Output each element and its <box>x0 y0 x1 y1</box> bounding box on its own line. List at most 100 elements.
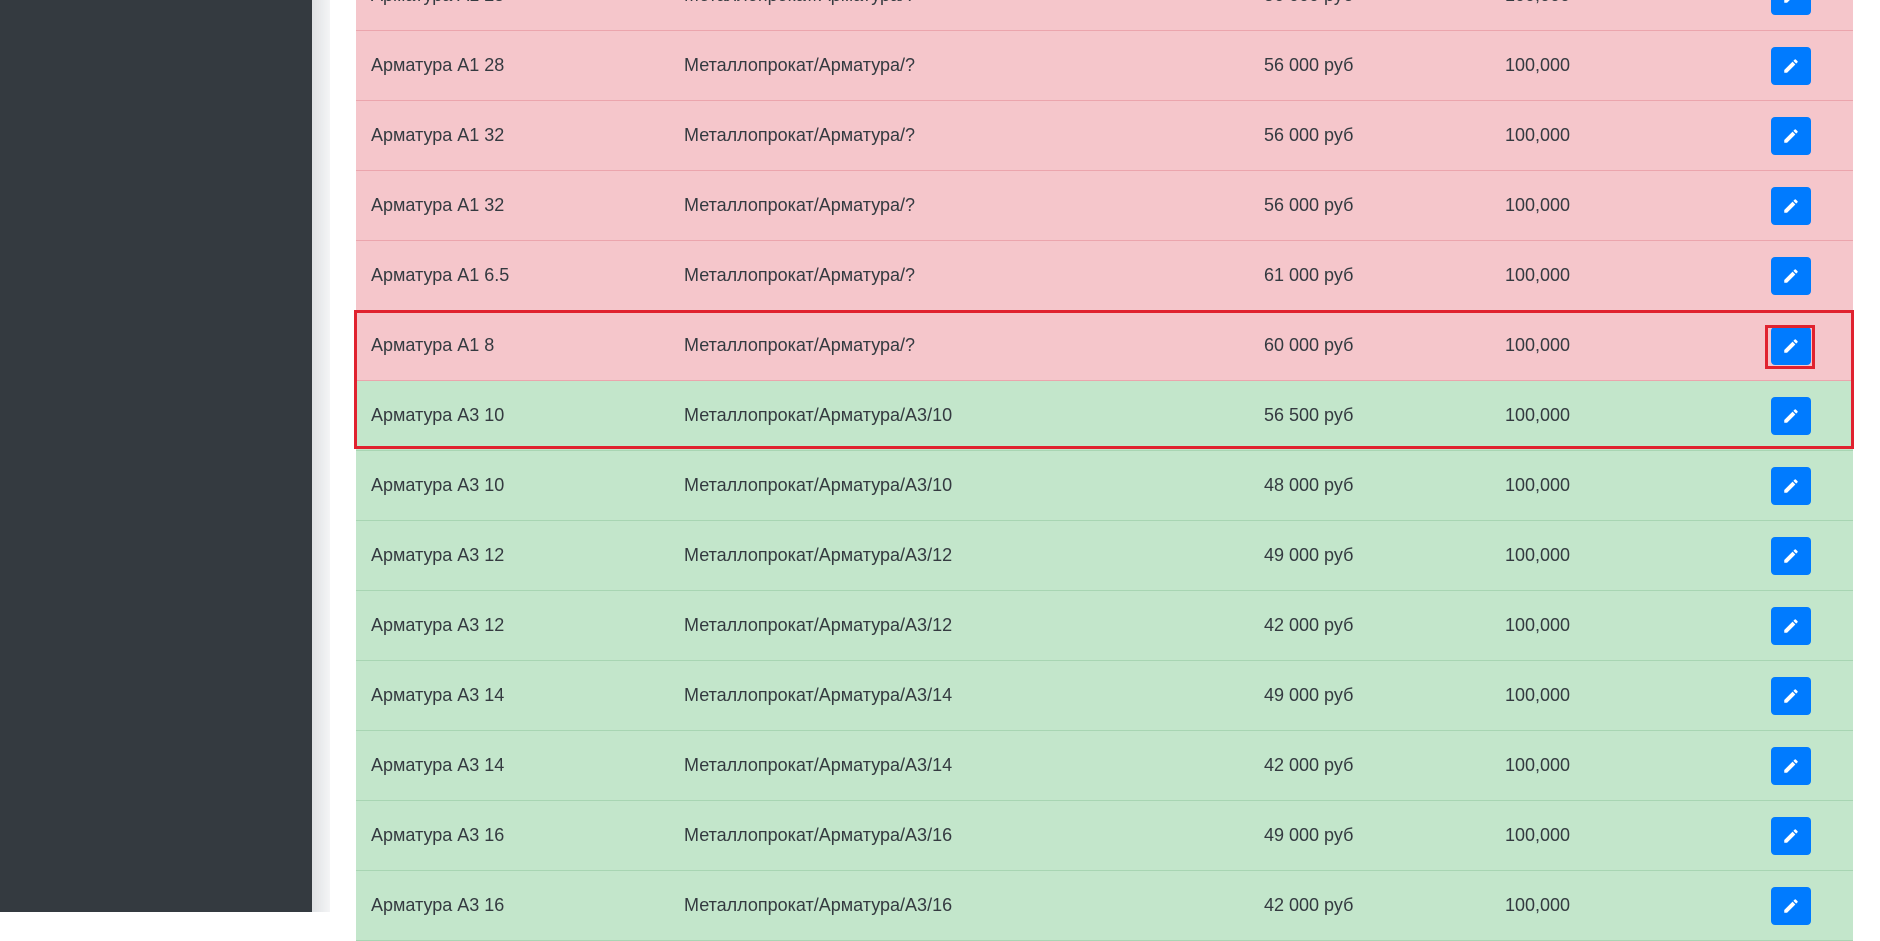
product-name: Арматура А3 16 <box>371 825 505 845</box>
edit-button[interactable] <box>1771 47 1811 85</box>
sidebar <box>0 0 312 912</box>
edit-button[interactable] <box>1771 607 1811 645</box>
product-price: 56 500 руб <box>1264 405 1354 425</box>
product-quantity: 100,000 <box>1505 405 1571 425</box>
pencil-icon <box>1784 479 1798 493</box>
product-price: 56 000 руб <box>1264 0 1353 30</box>
table-row: Арматура А1 32 Металлопрокат/Арматура/? … <box>356 101 1853 171</box>
product-name: Арматура А3 12 <box>371 615 505 635</box>
product-quantity: 100,000 <box>1505 265 1571 285</box>
product-name: Арматура А1 32 <box>371 195 505 215</box>
table-row: Арматура А3 16 Металлопрокат/Арматура/А3… <box>356 801 1853 871</box>
product-category: Металлопрокат/Арматура/? <box>684 195 916 215</box>
product-name: Арматура А3 16 <box>371 895 505 915</box>
product-category: Металлопрокат/Арматура/А3/10 <box>684 475 953 495</box>
product-price: 56 000 руб <box>1264 125 1354 145</box>
product-quantity: 100,000 <box>1505 335 1571 355</box>
table-row: Арматура А3 16 Металлопрокат/Арматура/А3… <box>356 871 1853 941</box>
product-price: 49 000 руб <box>1264 685 1354 705</box>
product-category: Металлопрокат/Арматура/А3/16 <box>684 825 953 845</box>
edit-button[interactable] <box>1771 677 1811 715</box>
product-quantity: 100,000 <box>1505 0 1570 30</box>
product-price: 49 000 руб <box>1264 825 1354 845</box>
product-category: Металлопрокат/Арматура/? <box>684 335 916 355</box>
pencil-icon <box>1784 759 1798 773</box>
edit-button[interactable] <box>1771 327 1811 365</box>
product-name: Арматура А1 28 <box>371 55 505 75</box>
product-price: 49 000 руб <box>1264 545 1354 565</box>
product-quantity: 100,000 <box>1505 125 1571 145</box>
product-name: Арматура А1 6.5 <box>371 265 510 285</box>
product-quantity: 100,000 <box>1505 685 1571 705</box>
product-category: Металлопрокат/Арматура/? <box>684 125 916 145</box>
product-category: Металлопрокат/Арматура/? <box>684 55 916 75</box>
product-category: Металлопрокат/Арматура/А3/16 <box>684 895 953 915</box>
edit-button[interactable] <box>1771 257 1811 295</box>
product-category: Металлопрокат/Арматура/А3/10 <box>684 405 953 425</box>
pencil-icon <box>1784 339 1798 353</box>
sidebar-divider <box>312 0 330 912</box>
edit-button[interactable] <box>1771 187 1811 225</box>
products-table: Арматура А1 25 Металлопрокат/Арматура/? … <box>356 0 1853 941</box>
pencil-icon <box>1784 689 1798 703</box>
product-name: Арматура А3 14 <box>371 755 505 775</box>
product-name: Арматура А3 14 <box>371 685 505 705</box>
edit-button[interactable] <box>1771 887 1811 925</box>
pencil-icon <box>1784 59 1798 73</box>
table-row: Арматура А3 10 Металлопрокат/Арматура/А3… <box>356 381 1853 451</box>
product-price: 42 000 руб <box>1264 895 1354 915</box>
table-row: Арматура А3 14 Металлопрокат/Арматура/А3… <box>356 661 1853 731</box>
edit-button[interactable] <box>1771 397 1811 435</box>
pencil-icon <box>1784 619 1798 633</box>
product-category: Металлопрокат/Арматура/А3/12 <box>684 545 953 565</box>
pencil-icon <box>1784 899 1798 913</box>
table-row: Арматура А3 10 Металлопрокат/Арматура/А3… <box>356 451 1853 521</box>
product-quantity: 100,000 <box>1505 615 1571 635</box>
product-name: Арматура А1 8 <box>371 335 495 355</box>
pencil-icon <box>1784 549 1798 563</box>
product-name: Арматура А1 25 <box>371 0 504 30</box>
edit-button[interactable] <box>1771 467 1811 505</box>
product-price: 60 000 руб <box>1264 335 1354 355</box>
product-quantity: 100,000 <box>1505 755 1571 775</box>
product-quantity: 100,000 <box>1505 55 1571 75</box>
table-row: Арматура А3 12 Металлопрокат/Арматура/А3… <box>356 591 1853 661</box>
table-row: Арматура А1 6.5 Металлопрокат/Арматура/?… <box>356 241 1853 311</box>
product-price: 48 000 руб <box>1264 475 1354 495</box>
pencil-icon <box>1784 129 1798 143</box>
edit-button[interactable] <box>1771 537 1811 575</box>
edit-button[interactable] <box>1771 0 1811 15</box>
product-quantity: 100,000 <box>1505 195 1571 215</box>
pencil-icon <box>1784 0 1790 3</box>
table-row: Арматура А1 28 Металлопрокат/Арматура/? … <box>356 31 1853 101</box>
edit-button[interactable] <box>1771 817 1811 855</box>
product-quantity: 100,000 <box>1505 895 1571 915</box>
table-row: Арматура А3 12 Металлопрокат/Арматура/А3… <box>356 521 1853 591</box>
product-category: Металлопрокат/Арматура/? <box>684 0 915 30</box>
edit-button[interactable] <box>1771 117 1811 155</box>
table-row: Арматура А3 14 Металлопрокат/Арматура/А3… <box>356 731 1853 801</box>
product-price: 42 000 руб <box>1264 615 1354 635</box>
main-content: Арматура А1 25 Металлопрокат/Арматура/? … <box>330 0 1880 941</box>
product-name: Арматура А1 32 <box>371 125 505 145</box>
edit-button[interactable] <box>1771 747 1811 785</box>
table-row: Арматура А1 25 Металлопрокат/Арматура/? … <box>356 0 1853 31</box>
product-price: 56 000 руб <box>1264 55 1354 75</box>
product-category: Металлопрокат/Арматура/А3/14 <box>684 755 953 775</box>
product-category: Металлопрокат/Арматура/А3/14 <box>684 685 953 705</box>
product-price: 61 000 руб <box>1264 265 1354 285</box>
product-category: Металлопрокат/Арматура/А3/12 <box>684 615 953 635</box>
pencil-icon <box>1784 269 1798 283</box>
product-price: 56 000 руб <box>1264 195 1354 215</box>
table-row: Арматура А1 8 Металлопрокат/Арматура/? 6… <box>356 311 1853 381</box>
pencil-icon <box>1784 829 1798 843</box>
product-name: Арматура А3 10 <box>371 405 505 425</box>
pencil-icon <box>1784 199 1798 213</box>
table-row: Арматура А1 32 Металлопрокат/Арматура/? … <box>356 171 1853 241</box>
product-quantity: 100,000 <box>1505 825 1571 845</box>
pencil-icon <box>1784 409 1798 423</box>
product-quantity: 100,000 <box>1505 545 1571 565</box>
product-name: Арматура А3 12 <box>371 545 505 565</box>
product-quantity: 100,000 <box>1505 475 1571 495</box>
product-price: 42 000 руб <box>1264 755 1354 775</box>
